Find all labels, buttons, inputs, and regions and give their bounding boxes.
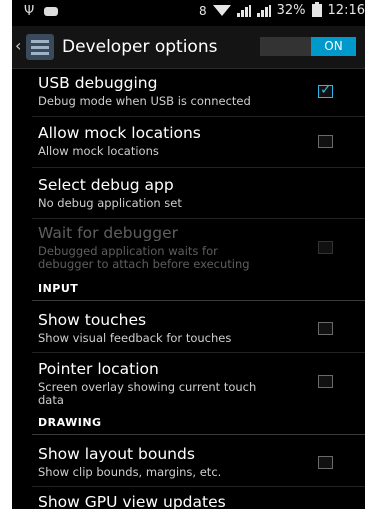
settings-app-icon[interactable] (26, 34, 54, 60)
setting-summary: Allow mock locations (38, 144, 159, 158)
back-chevron-icon[interactable]: ‹ (15, 36, 21, 55)
section-header-input: INPUT (38, 282, 79, 295)
setting-title: Pointer location (38, 360, 159, 378)
setting-title: Wait for debugger (38, 224, 179, 242)
sim-icon: 8 (198, 3, 207, 18)
setting-summary-line-1: Screen overlay showing current touch (38, 380, 257, 394)
wifi-icon (212, 5, 231, 16)
divider (32, 218, 365, 219)
signal-icon-2 (256, 4, 271, 17)
setting-wait-for-debugger: Wait for debugger Debugged application w… (12, 222, 365, 274)
checkmark-icon: ✓ (320, 82, 332, 98)
layout-bounds-checkbox[interactable] (318, 456, 333, 469)
action-bar: ‹ Developer options ON (12, 26, 365, 69)
section-header-drawing: DRAWING (38, 416, 102, 429)
setting-title: Show layout bounds (38, 445, 195, 463)
setting-title: USB debugging (38, 74, 158, 92)
wait-for-debugger-checkbox (318, 241, 333, 254)
usb-icon: Ψ (24, 4, 35, 19)
setting-title: Show GPU view updates (38, 493, 226, 509)
status-left-icons: Ψ (24, 4, 59, 19)
setting-title: Select debug app (38, 176, 174, 194)
page-title: Developer options (62, 37, 218, 57)
setting-select-debug-app[interactable]: Select debug app No debug application se… (12, 174, 365, 214)
section-divider (32, 300, 365, 301)
phone-screen: Ψ 8 32% 12:16 ‹ Developer options ON USB… (12, 0, 365, 509)
setting-show-gpu-view-updates[interactable]: Show GPU view updates (12, 491, 365, 509)
setting-show-layout-bounds[interactable]: Show layout bounds Show clip bounds, mar… (12, 443, 365, 483)
notification-icon (44, 7, 59, 16)
setting-title: Show touches (38, 311, 147, 329)
pointer-location-checkbox[interactable] (318, 375, 333, 388)
setting-show-touches[interactable]: Show touches Show visual feedback for to… (12, 309, 365, 349)
divider (32, 116, 365, 117)
section-divider (32, 434, 365, 435)
battery-icon (311, 2, 322, 17)
setting-summary-line-2: debugger to attach before executing (38, 257, 250, 271)
setting-summary: Show clip bounds, margins, etc. (38, 465, 222, 479)
signal-icon-1 (236, 4, 251, 17)
setting-summary: Show visual feedback for touches (38, 331, 232, 345)
toggle-on-label: ON (311, 37, 356, 56)
mock-locations-checkbox[interactable] (318, 135, 333, 148)
setting-title: Allow mock locations (38, 124, 201, 142)
divider (32, 167, 365, 168)
usb-debugging-checkbox[interactable]: ✓ (318, 82, 333, 98)
divider (32, 486, 365, 487)
show-touches-checkbox[interactable] (318, 322, 333, 335)
setting-pointer-location[interactable]: Pointer location Screen overlay showing … (12, 358, 365, 407)
setting-summary: No debug application set (38, 196, 182, 210)
setting-usb-debugging[interactable]: USB debugging Debug mode when USB is con… (12, 72, 365, 112)
battery-percent: 32% (276, 3, 306, 18)
setting-summary-line-2: data (38, 393, 64, 407)
setting-summary: Debug mode when USB is connected (38, 94, 251, 108)
status-bar: Ψ 8 32% 12:16 (12, 0, 365, 24)
divider (32, 352, 365, 353)
developer-options-toggle[interactable]: ON (260, 37, 356, 56)
clock: 12:16 (327, 3, 365, 18)
setting-allow-mock-locations[interactable]: Allow mock locations Allow mock location… (12, 122, 365, 162)
status-right-icons: 8 32% 12:16 (198, 2, 365, 18)
